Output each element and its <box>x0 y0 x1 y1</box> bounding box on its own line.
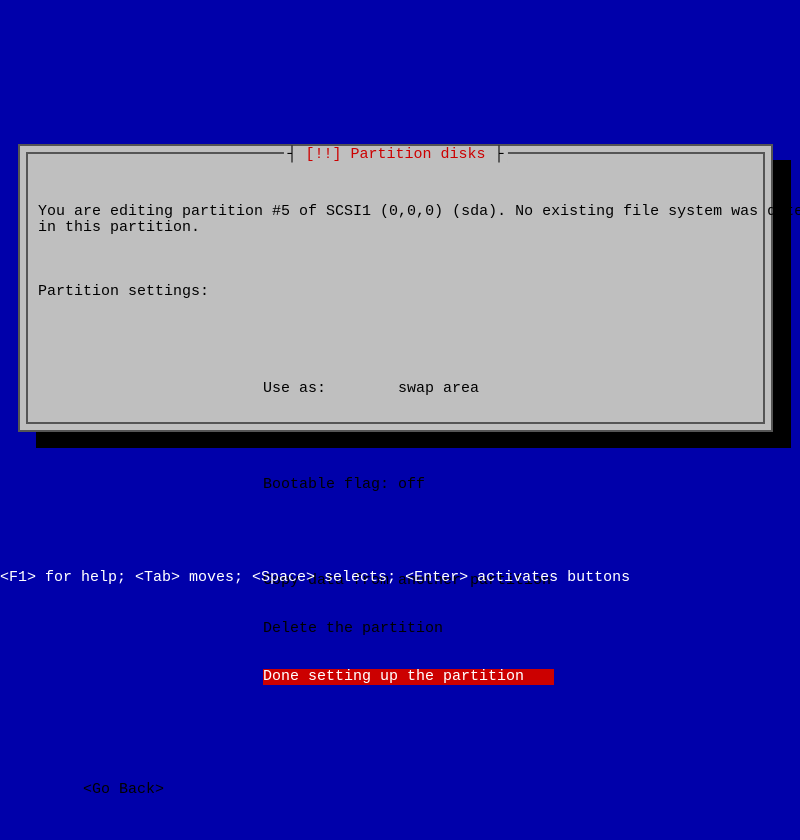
help-bar: <F1> for help; <Tab> moves; <Space> sele… <box>0 569 630 586</box>
setting-bootable[interactable]: Bootable flag:off <box>263 477 753 493</box>
section-label: Partition settings: <box>38 284 753 300</box>
setting-use-as[interactable]: Use as:swap area <box>263 381 753 397</box>
bootable-value: off <box>398 476 425 493</box>
action-done: Done setting up the partition <box>263 669 554 685</box>
blank-row <box>263 429 753 445</box>
settings-block: Use as:swap area Bootable flag:off Copy … <box>263 348 753 717</box>
dialog-content: You are editing partition #5 of SCSI1 (0… <box>28 154 763 840</box>
partition-dialog: ┤ [!!] Partition disks ├ You are editing… <box>18 144 773 432</box>
go-back-button[interactable]: <Go Back> <box>83 782 753 798</box>
use-as-label: Use as: <box>263 381 398 397</box>
action-done-row[interactable]: Done setting up the partition <box>263 669 753 685</box>
dialog-title: ┤ [!!] Partition disks ├ <box>283 146 507 163</box>
intro-text: You are editing partition #5 of SCSI1 (0… <box>38 204 753 236</box>
use-as-value: swap area <box>398 380 479 397</box>
action-delete[interactable]: Delete the partition <box>263 621 753 637</box>
blank-row <box>263 525 753 541</box>
bootable-label: Bootable flag: <box>263 477 398 493</box>
dialog-border: ┤ [!!] Partition disks ├ You are editing… <box>26 152 765 424</box>
